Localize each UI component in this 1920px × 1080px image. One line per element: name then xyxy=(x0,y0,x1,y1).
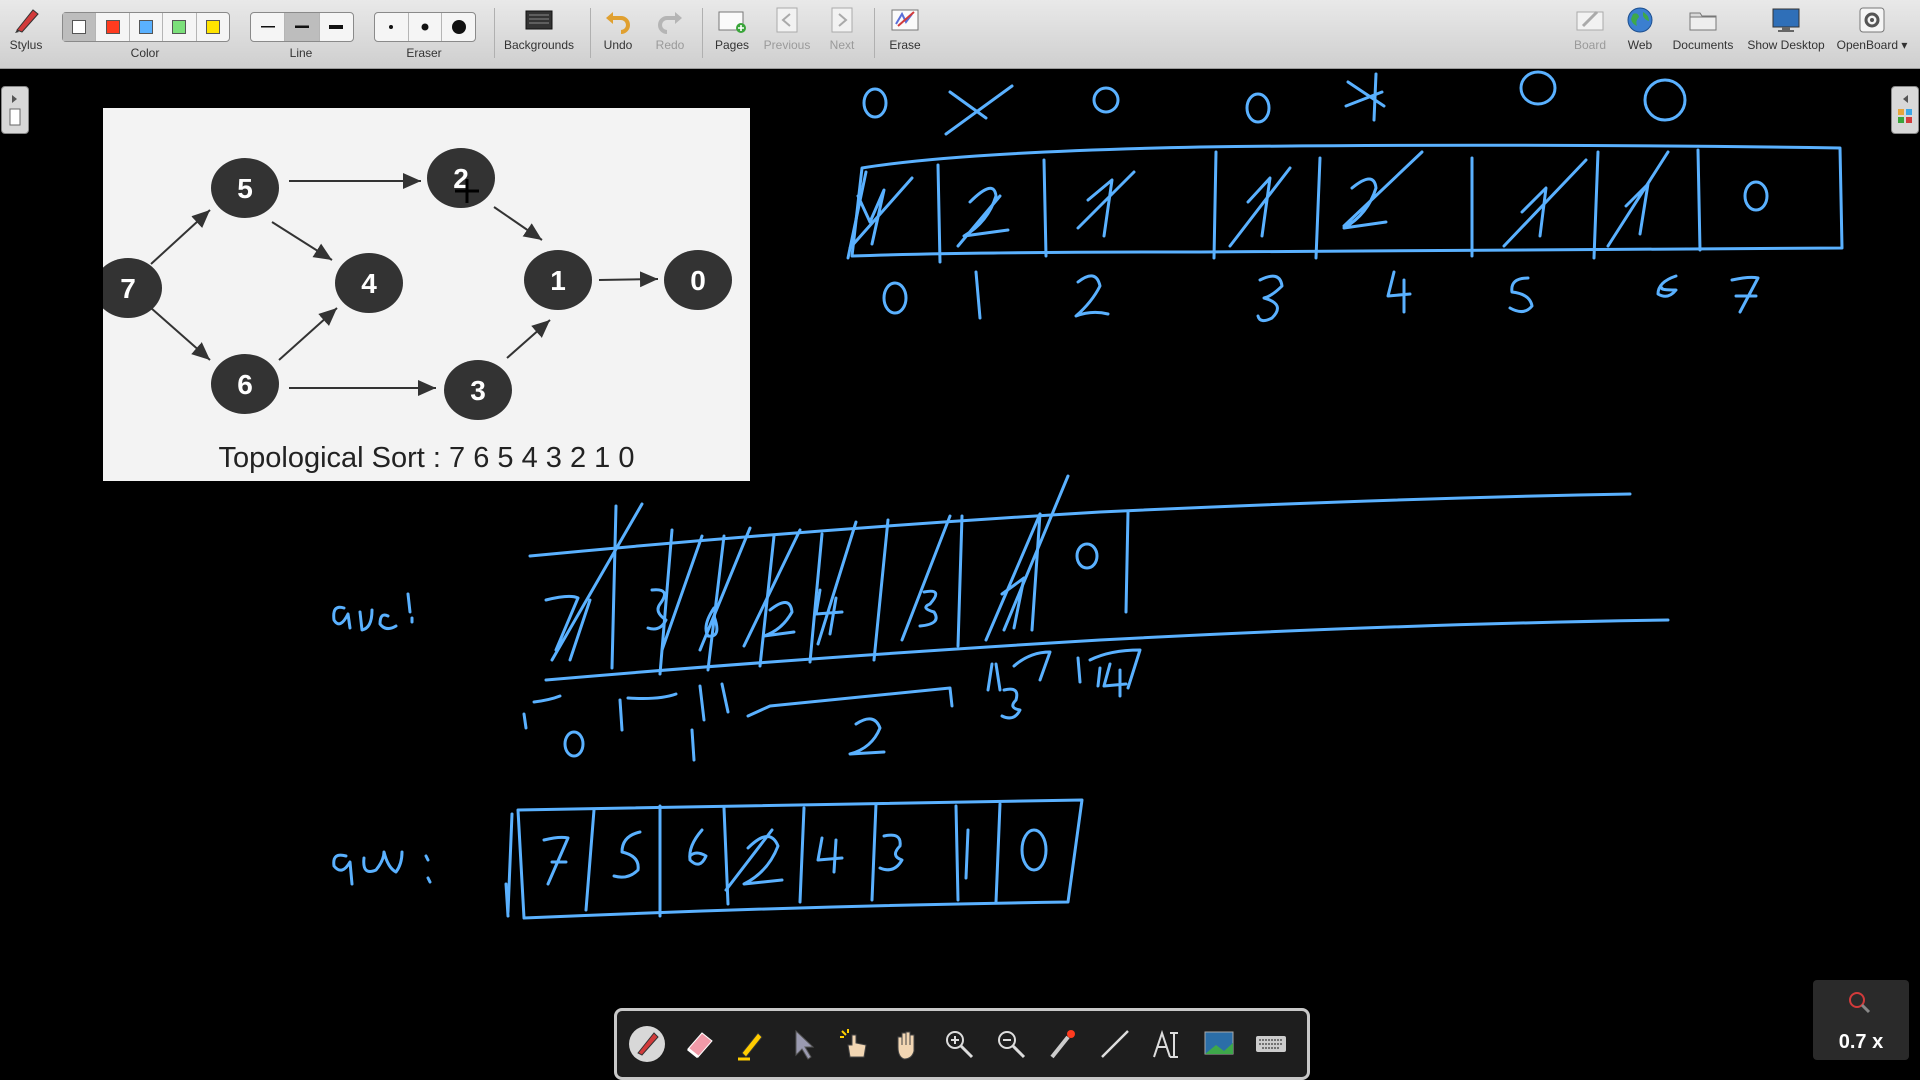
queue-strokes xyxy=(332,474,1670,762)
hand-icon xyxy=(897,1031,915,1060)
pen-tool-button[interactable] xyxy=(627,1024,667,1064)
zoom-out-tool-button[interactable] xyxy=(991,1024,1031,1064)
answer-strokes xyxy=(332,798,1084,920)
text-tool-button[interactable] xyxy=(1147,1024,1187,1064)
arrow-pointer-icon xyxy=(795,1029,815,1060)
laser-pointer-tool-button[interactable] xyxy=(1043,1024,1083,1064)
zoom-out-icon xyxy=(998,1031,1026,1059)
indegree-array-strokes xyxy=(846,70,1844,323)
selector-tool-button[interactable] xyxy=(783,1024,823,1064)
marker-tool-button[interactable] xyxy=(731,1024,771,1064)
laser-pointer-icon xyxy=(1050,1030,1075,1059)
zoom-indicator: 0.7 x xyxy=(1813,980,1909,1060)
eraser-icon xyxy=(687,1032,713,1059)
keyboard-icon xyxy=(1256,1036,1286,1052)
highlighter-icon xyxy=(738,1032,763,1061)
pen-icon xyxy=(629,1026,665,1062)
pointing-hand-icon xyxy=(840,1029,867,1058)
zoom-in-icon xyxy=(946,1031,974,1059)
magnifier-icon xyxy=(1849,992,1871,1014)
line-tool-button[interactable] xyxy=(1095,1024,1135,1064)
eraser-tool-button[interactable] xyxy=(679,1024,719,1064)
zoom-level: 0.7 x xyxy=(1838,1031,1884,1053)
capture-tool-button[interactable] xyxy=(1199,1024,1239,1064)
interact-tool-button[interactable] xyxy=(835,1024,875,1064)
screen-capture-icon xyxy=(1204,1031,1234,1055)
hand-tool-button[interactable] xyxy=(887,1024,927,1064)
zoom-in-tool-button[interactable] xyxy=(939,1024,979,1064)
tools-palette xyxy=(614,1008,1310,1080)
text-icon xyxy=(1153,1029,1178,1058)
virtual-keyboard-button[interactable] xyxy=(1251,1024,1291,1064)
handwritten-annotations xyxy=(332,70,1844,920)
line-icon xyxy=(1101,1030,1129,1058)
